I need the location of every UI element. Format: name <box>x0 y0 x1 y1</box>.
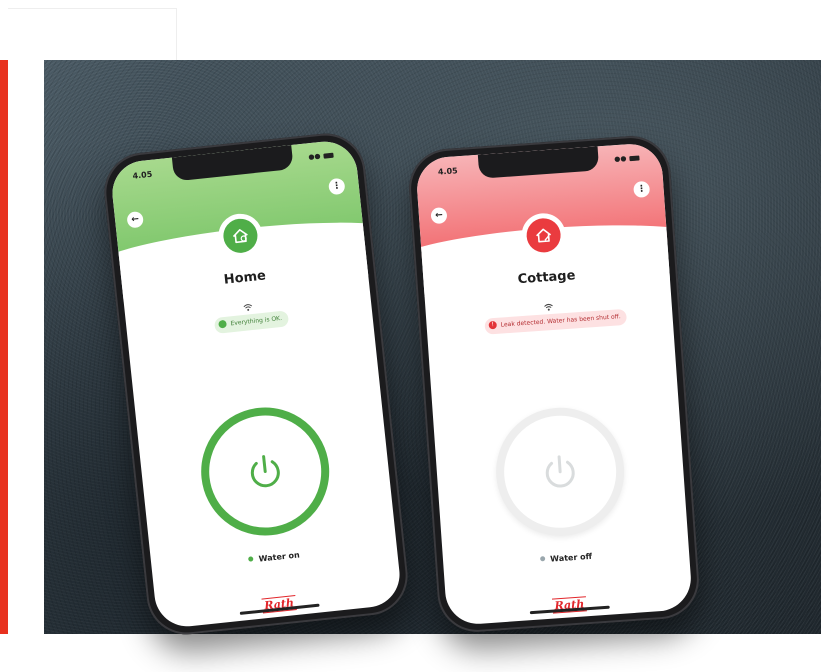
power-toggle-button[interactable] <box>194 401 336 542</box>
phone-screen: 4.05 ●● ← ⋮ Cottage ! Leak detected. Wate… <box>414 141 694 627</box>
water-status-label: Water on <box>258 550 301 564</box>
water-status: Water on <box>151 540 397 575</box>
red-accent-stripe <box>0 60 8 634</box>
status-message: Leak detected. Water has been shut off. <box>500 313 621 329</box>
brand-logo: Rath <box>446 585 693 621</box>
power-icon <box>250 455 280 488</box>
status-pill: Everything is OK. <box>213 310 289 334</box>
signal-icon: ●● <box>307 152 321 162</box>
power-toggle-button[interactable] <box>491 403 629 541</box>
top-frame-box <box>8 8 177 61</box>
water-status: Water off <box>443 545 689 571</box>
water-off-indicator <box>540 556 546 562</box>
ok-status-icon <box>218 319 227 329</box>
status-time: 4.05 <box>437 166 458 177</box>
water-status-label: Water off <box>549 551 593 564</box>
signal-icon: ●● <box>613 154 627 164</box>
alert-icon: ! <box>488 320 497 329</box>
phone-screen: 4.05 ●● ← ⋮ Home Everything is OK. Water… <box>109 138 403 630</box>
wifi-icon <box>543 296 554 316</box>
battery-icon <box>323 152 334 159</box>
phone-home: 4.05 ●● ← ⋮ Home Everything is OK. Water… <box>100 129 412 639</box>
power-icon <box>545 455 575 488</box>
battery-icon <box>629 154 640 161</box>
wifi-icon <box>242 296 254 316</box>
status-message: Everything is OK. <box>230 314 283 328</box>
phone-cottage: 4.05 ●● ← ⋮ Cottage ! Leak detected. Wate… <box>406 133 702 635</box>
alert-pill: ! Leak detected. Water has been shut off. <box>484 308 628 335</box>
water-on-indicator <box>248 556 254 562</box>
